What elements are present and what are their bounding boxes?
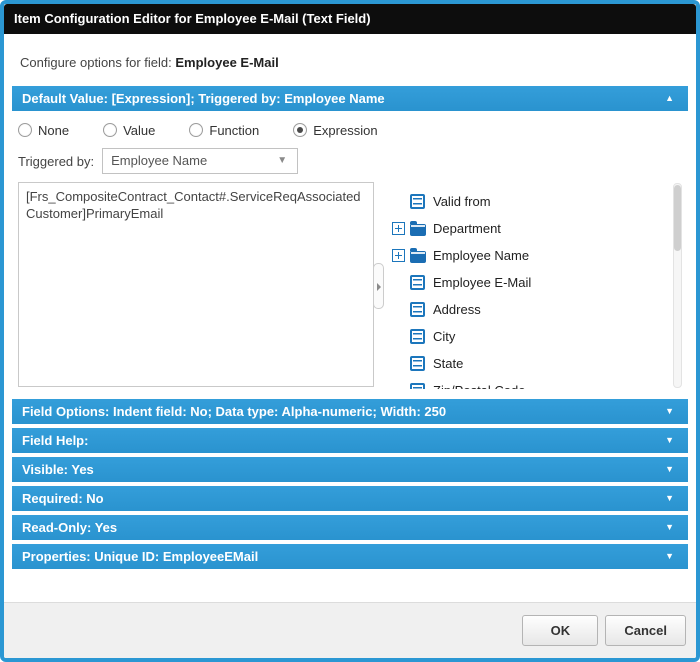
section-header-visible-label: Visible: Yes — [22, 462, 94, 477]
field-icon — [410, 356, 425, 371]
cancel-button[interactable]: Cancel — [605, 615, 686, 646]
section-header-default-value-label: Default Value: [Expression]; Triggered b… — [22, 91, 385, 106]
field-icon — [410, 383, 425, 389]
expand-down-icon: ▼ — [665, 486, 674, 511]
section-header-required-label: Required: No — [22, 491, 104, 506]
tree-item-department[interactable]: Department — [392, 215, 682, 242]
radio-button-function[interactable] — [189, 123, 203, 137]
splitter-handle[interactable] — [373, 263, 384, 309]
section-header-required[interactable]: Required: No ▼ — [12, 486, 688, 511]
radio-button-none[interactable] — [18, 123, 32, 137]
dropdown-arrow-icon: ▼ — [277, 149, 287, 173]
expand-down-icon: ▼ — [665, 457, 674, 482]
expand-down-icon: ▼ — [665, 428, 674, 453]
tree-scrollbar-thumb[interactable] — [674, 185, 681, 251]
radio-label-value: Value — [123, 123, 155, 138]
section-header-field-options[interactable]: Field Options: Indent field: No; Data ty… — [12, 399, 688, 424]
section-header-field-help[interactable]: Field Help: ▼ — [12, 428, 688, 453]
expand-down-icon: ▼ — [665, 544, 674, 569]
radio-button-expression[interactable] — [293, 123, 307, 137]
configured-field-name: Employee E-Mail — [175, 55, 278, 70]
tree-item-employee-email[interactable]: Employee E-Mail — [392, 269, 682, 296]
field-icon — [410, 329, 425, 344]
radio-option-expression[interactable]: Expression — [293, 123, 377, 138]
item-configuration-editor-dialog: Item Configuration Editor for Employee E… — [0, 0, 700, 662]
triggered-by-label: Triggered by: — [18, 154, 94, 169]
ok-button[interactable]: OK — [522, 615, 598, 646]
section-header-visible[interactable]: Visible: Yes ▼ — [12, 457, 688, 482]
tree-item-address[interactable]: Address — [392, 296, 682, 323]
expand-down-icon: ▼ — [665, 515, 674, 540]
expand-plus-icon[interactable] — [392, 222, 405, 235]
triggered-by-selected-value: Employee Name — [111, 153, 207, 168]
expand-down-icon: ▼ — [665, 399, 674, 424]
configure-options-line: Configure options for field: Employee E-… — [20, 55, 696, 70]
section-header-read-only-label: Read-Only: Yes — [22, 520, 117, 535]
radio-label-function: Function — [209, 123, 259, 138]
tree-item-state[interactable]: State — [392, 350, 682, 377]
section-header-default-value[interactable]: Default Value: [Expression]; Triggered b… — [12, 86, 688, 111]
radio-option-none[interactable]: None — [18, 123, 69, 138]
radio-label-expression: Expression — [313, 123, 377, 138]
tree-item-valid-from[interactable]: Valid from — [392, 188, 682, 215]
section-header-field-help-label: Field Help: — [22, 433, 88, 448]
tree-item-employee-name[interactable]: Employee Name — [392, 242, 682, 269]
section-header-properties-label: Properties: Unique ID: EmployeeEMail — [22, 549, 258, 564]
expression-editor-area: [Frs_CompositeContract_Contact#.ServiceR… — [18, 182, 682, 389]
folder-icon — [410, 224, 426, 236]
triggered-by-dropdown[interactable]: Employee Name ▼ — [102, 148, 298, 174]
default-value-panel: None Value Function Expression Triggered… — [4, 121, 696, 399]
default-value-type-radios: None Value Function Expression — [18, 121, 682, 139]
expression-textarea[interactable]: [Frs_CompositeContract_Contact#.ServiceR… — [18, 182, 374, 387]
field-tree: Valid from Department Employee Name Empl… — [392, 182, 682, 389]
radio-button-value[interactable] — [103, 123, 117, 137]
tree-scrollbar[interactable] — [673, 183, 682, 388]
section-header-read-only[interactable]: Read-Only: Yes ▼ — [12, 515, 688, 540]
radio-label-none: None — [38, 123, 69, 138]
tree-item-city[interactable]: City — [392, 323, 682, 350]
section-header-properties[interactable]: Properties: Unique ID: EmployeeEMail ▼ — [12, 544, 688, 569]
expand-plus-icon[interactable] — [392, 249, 405, 262]
field-icon — [410, 302, 425, 317]
dialog-title: Item Configuration Editor for Employee E… — [4, 4, 696, 34]
radio-option-value[interactable]: Value — [103, 123, 155, 138]
section-header-field-options-label: Field Options: Indent field: No; Data ty… — [22, 404, 446, 419]
triggered-by-row: Triggered by: Employee Name ▼ — [18, 148, 682, 174]
dialog-footer: OK Cancel — [4, 602, 696, 658]
radio-option-function[interactable]: Function — [189, 123, 259, 138]
collapse-up-icon: ▲ — [665, 86, 674, 111]
field-icon — [410, 275, 425, 290]
field-icon — [410, 194, 425, 209]
folder-icon — [410, 251, 426, 263]
tree-item-zip-postal-code[interactable]: Zip/Postal Code — [392, 377, 682, 389]
configure-options-label: Configure options for field: — [20, 55, 172, 70]
